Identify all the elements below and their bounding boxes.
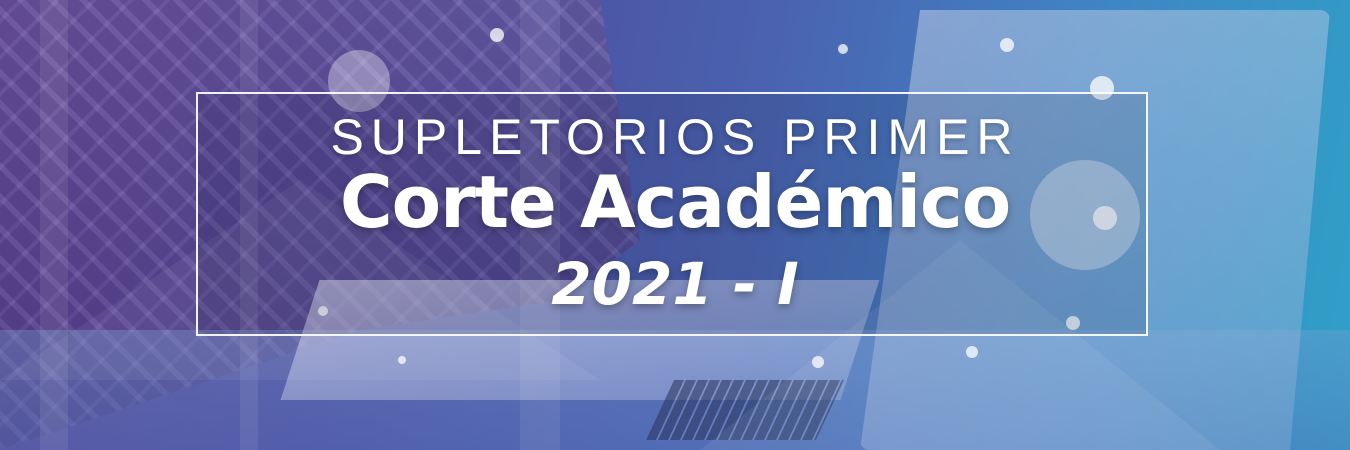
bokeh-dot [812,356,824,368]
bokeh-dot [1000,38,1014,52]
hero-banner: SUPLETORIOS PRIMER Corte Académico 2021 … [0,0,1350,450]
title-main: Corte Académico [339,160,1011,244]
bokeh-dot [966,346,978,358]
bokeh-dot [838,44,848,54]
bokeh-dot [490,28,504,42]
title-period: 2021 - I [551,250,799,318]
bokeh-dot [398,356,406,364]
title-heading: SUPLETORIOS PRIMER [330,109,1020,165]
